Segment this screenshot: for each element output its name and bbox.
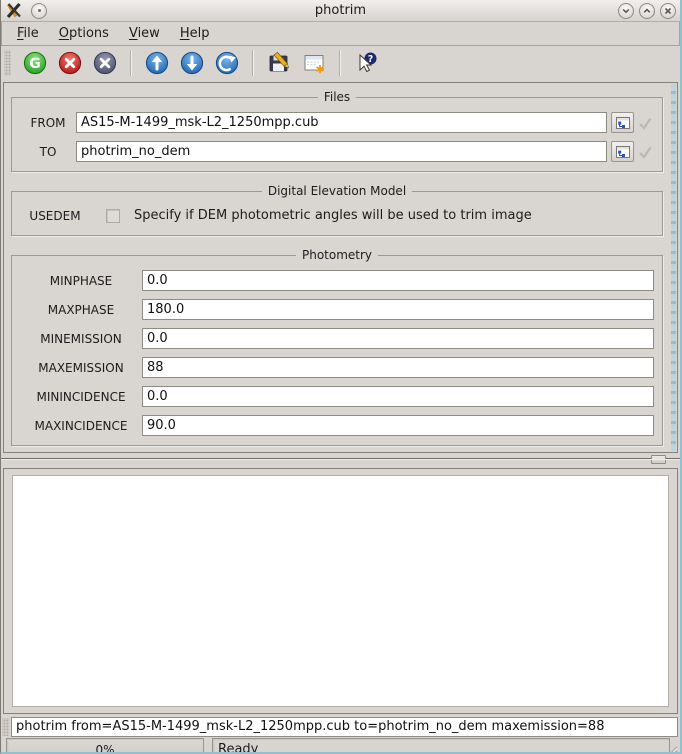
maxincidence-label: MAXINCIDENCE	[20, 419, 142, 433]
svg-text:✱: ✱	[315, 63, 324, 75]
close-icon	[662, 5, 674, 17]
history-up-button[interactable]	[144, 50, 170, 76]
maxincidence-row: MAXINCIDENCE	[20, 415, 654, 436]
file-browser-icon	[615, 115, 631, 131]
minphase-row: MINPHASE	[20, 270, 654, 291]
to-browse-button[interactable]	[611, 141, 634, 162]
file-browser-icon	[615, 144, 631, 160]
toolbar-separator	[252, 50, 254, 76]
resize-grip-icon[interactable]	[665, 746, 678, 754]
close-x-icon	[93, 51, 117, 75]
maxincidence-input[interactable]	[142, 415, 654, 436]
check-icon	[637, 144, 653, 160]
save-icon	[267, 51, 291, 75]
from-valid-check	[636, 114, 654, 132]
minphase-input[interactable]	[142, 270, 654, 291]
minphase-label: MINPHASE	[20, 274, 142, 288]
toolbar-grip[interactable]	[4, 50, 11, 76]
close-window-button[interactable]	[660, 3, 676, 19]
stop-button[interactable]	[57, 50, 83, 76]
dem-group: Digital Elevation Model USEDEM Specify i…	[11, 191, 663, 236]
run-button[interactable]: G	[22, 50, 48, 76]
usedem-description: Specify if DEM photometric angles will b…	[134, 208, 532, 223]
shade-button[interactable]	[618, 3, 634, 19]
minincidence-input[interactable]	[142, 386, 654, 407]
splitter[interactable]	[1, 453, 680, 468]
from-input[interactable]	[76, 112, 607, 133]
sticky-button[interactable]	[31, 3, 47, 19]
sticky-dot-icon	[38, 9, 41, 12]
usedem-checkbox[interactable]	[106, 209, 120, 223]
dem-group-title: Digital Elevation Model	[262, 184, 412, 198]
splitter-handle-icon[interactable]	[651, 455, 666, 464]
photometry-group-title: Photometry	[296, 248, 378, 262]
reset-button[interactable]	[214, 50, 240, 76]
minemission-input[interactable]	[142, 328, 654, 349]
to-label: TO	[20, 145, 76, 159]
maxphase-row: MAXPHASE	[20, 299, 654, 320]
new-window-icon: ✱	[302, 51, 326, 75]
close-gui-button[interactable]	[92, 50, 118, 76]
check-icon	[637, 115, 653, 131]
minemission-label: MINEMISSION	[20, 332, 142, 346]
status-text: Ready	[218, 742, 258, 754]
whats-this-icon: ?	[354, 51, 378, 75]
parameter-area: Files FROM	[3, 82, 678, 453]
usedem-row: USEDEM Specify if DEM photometric angles…	[12, 192, 662, 235]
photometry-group: Photometry MINPHASE MAXPHASE MINEMISSION…	[11, 255, 663, 446]
toolbar: G	[1, 46, 680, 80]
to-valid-check	[636, 143, 654, 161]
from-row: FROM	[20, 112, 654, 133]
toolbar-separator	[339, 50, 341, 76]
photrim-window: photrim File Options View Help G	[0, 0, 682, 754]
new-window-button[interactable]: ✱	[301, 50, 327, 76]
stop-icon	[58, 51, 82, 75]
titlebar[interactable]: photrim	[1, 0, 680, 22]
to-row: TO	[20, 141, 654, 162]
run-icon: G	[23, 51, 47, 75]
status-bar: 0% Ready	[1, 738, 680, 754]
menubar: File Options View Help	[1, 22, 680, 46]
minemission-row: MINEMISSION	[20, 328, 654, 349]
status-message: Ready	[212, 738, 670, 754]
menu-view[interactable]: View	[126, 24, 163, 43]
menu-file[interactable]: File	[14, 24, 42, 43]
menu-options[interactable]: Options	[56, 24, 112, 43]
chevron-down-icon	[620, 5, 632, 17]
toolbar-separator	[130, 50, 132, 76]
command-line-grip[interactable]	[2, 718, 9, 736]
usedem-label: USEDEM	[20, 209, 90, 223]
maxemission-input[interactable]	[142, 357, 654, 378]
minincidence-label: MININCIDENCE	[20, 390, 142, 404]
whats-this-button[interactable]: ?	[353, 50, 379, 76]
files-group: Files FROM	[11, 97, 663, 172]
from-browse-button[interactable]	[611, 112, 634, 133]
window-title: photrim	[1, 3, 680, 18]
maxemission-row: MAXEMISSION	[20, 357, 654, 378]
menu-help[interactable]: Help	[177, 24, 213, 43]
progress-bar: 0%	[6, 738, 204, 754]
history-down-button[interactable]	[179, 50, 205, 76]
files-group-title: Files	[318, 90, 356, 104]
arrow-up-icon	[145, 51, 169, 75]
to-input[interactable]	[76, 141, 607, 162]
log-frame	[3, 468, 678, 714]
maxphase-input[interactable]	[142, 299, 654, 320]
arrow-down-icon	[180, 51, 204, 75]
log-output[interactable]	[12, 475, 669, 707]
vertical-scrollbar[interactable]	[671, 84, 676, 451]
svg-text:G: G	[29, 56, 41, 72]
progress-value: 0%	[95, 743, 114, 754]
save-config-button[interactable]	[266, 50, 292, 76]
command-line-input[interactable]	[11, 717, 678, 737]
from-label: FROM	[20, 116, 76, 130]
maxphase-label: MAXPHASE	[20, 303, 142, 317]
app-x-logo-icon	[5, 2, 23, 19]
unshade-button[interactable]	[639, 3, 655, 19]
minincidence-row: MININCIDENCE	[20, 386, 654, 407]
chevron-up-icon	[641, 5, 653, 17]
command-line-row	[1, 714, 680, 738]
maxemission-label: MAXEMISSION	[20, 361, 142, 375]
refresh-icon	[215, 51, 239, 75]
